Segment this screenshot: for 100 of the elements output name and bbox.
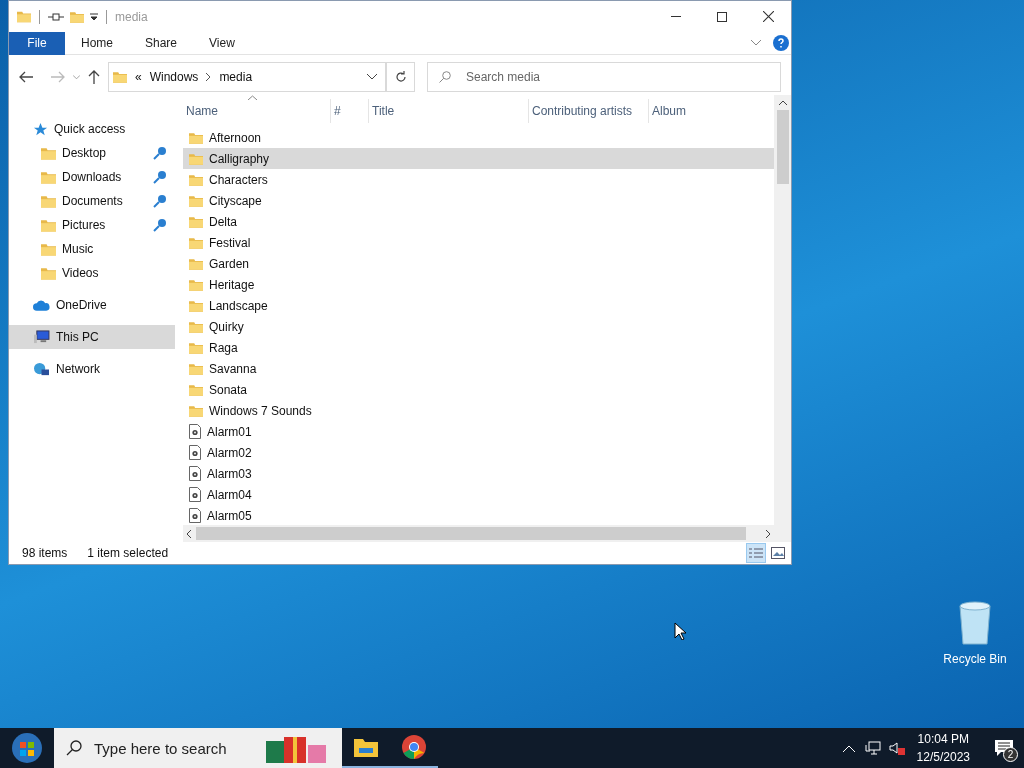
ribbon-tab[interactable]: Home bbox=[65, 31, 129, 55]
star-icon bbox=[33, 121, 48, 137]
nav-item[interactable]: Documents bbox=[9, 189, 175, 213]
ribbon-tab[interactable]: File bbox=[9, 31, 65, 55]
network-status-icon[interactable] bbox=[864, 741, 881, 755]
folder-icon bbox=[41, 217, 56, 233]
column-header[interactable]: Album bbox=[649, 99, 774, 123]
computer-icon bbox=[33, 330, 50, 344]
muted-speaker-icon[interactable] bbox=[888, 741, 905, 755]
selection-status: 1 item selected bbox=[87, 545, 169, 562]
chevron-right-icon bbox=[206, 73, 212, 81]
mouse-cursor-icon bbox=[674, 622, 686, 640]
scrollbar-thumb[interactable] bbox=[776, 110, 789, 184]
nav-item[interactable]: Desktop bbox=[9, 141, 175, 165]
folder-icon bbox=[189, 256, 203, 271]
file-row[interactable]: Garden bbox=[183, 253, 774, 274]
window-title: media bbox=[115, 8, 148, 26]
network-icon bbox=[33, 361, 50, 377]
horizontal-scrollbar[interactable] bbox=[183, 525, 791, 542]
help-icon[interactable] bbox=[773, 35, 789, 51]
folder-icon bbox=[113, 69, 127, 85]
properties-icon[interactable] bbox=[48, 11, 64, 22]
breadcrumb[interactable]: Windows bbox=[149, 68, 199, 86]
close-icon bbox=[762, 11, 774, 22]
nav-item[interactable]: Videos bbox=[9, 261, 175, 285]
folder-icon bbox=[189, 382, 203, 397]
audio-file-icon bbox=[189, 466, 201, 481]
file-row[interactable]: Alarm01 bbox=[183, 421, 774, 442]
nav-item[interactable]: Music bbox=[9, 237, 175, 261]
item-count: 98 items bbox=[22, 545, 68, 562]
file-row[interactable]: Alarm04 bbox=[183, 484, 774, 505]
file-row[interactable]: Raga bbox=[183, 337, 774, 358]
ribbon-tab[interactable]: View bbox=[193, 31, 251, 55]
folder-icon bbox=[189, 151, 203, 166]
nav-item[interactable]: This PC bbox=[9, 325, 175, 349]
file-row[interactable]: Savanna bbox=[183, 358, 774, 379]
audio-file-icon bbox=[189, 508, 201, 523]
folder-icon bbox=[189, 193, 203, 208]
nav-item[interactable]: Network bbox=[9, 357, 175, 381]
file-row[interactable]: Characters bbox=[183, 169, 774, 190]
folder-icon bbox=[41, 169, 56, 185]
breadcrumb[interactable]: media bbox=[219, 68, 253, 86]
notifications-button[interactable]: 2 bbox=[984, 728, 1024, 768]
ribbon-tab[interactable]: Share bbox=[129, 31, 194, 55]
file-row[interactable]: Quirky bbox=[183, 316, 774, 337]
refresh-icon bbox=[394, 71, 407, 83]
up-arrow-icon[interactable] bbox=[88, 70, 100, 84]
audio-file-icon bbox=[189, 487, 201, 502]
file-row[interactable]: Alarm05 bbox=[183, 505, 774, 525]
folder-icon bbox=[189, 130, 203, 145]
column-header[interactable]: # bbox=[331, 99, 369, 123]
refresh-button[interactable] bbox=[386, 62, 415, 92]
scrollbar-thumb[interactable] bbox=[196, 527, 746, 540]
folder-icon bbox=[41, 193, 56, 209]
file-row[interactable]: Sonata bbox=[183, 379, 774, 400]
search-icon bbox=[439, 71, 451, 83]
file-row[interactable]: Windows 7 Sounds bbox=[183, 400, 774, 421]
folder-icon bbox=[189, 235, 203, 250]
clock-time[interactable]: 10:04 PM bbox=[917, 730, 969, 748]
chevron-down-icon[interactable] bbox=[367, 74, 377, 80]
back-arrow-icon[interactable] bbox=[19, 71, 33, 83]
notification-count: 2 bbox=[1003, 747, 1018, 762]
file-row[interactable]: Festival bbox=[183, 232, 774, 253]
folder-icon bbox=[17, 9, 31, 24]
folder-icon bbox=[41, 145, 56, 161]
column-header[interactable]: Name bbox=[183, 99, 331, 123]
nav-item[interactable]: Quick access bbox=[9, 117, 175, 141]
file-row[interactable]: Alarm03 bbox=[183, 463, 774, 484]
folder-icon bbox=[41, 265, 56, 281]
vertical-scrollbar[interactable] bbox=[774, 95, 791, 525]
file-row[interactable]: Alarm02 bbox=[183, 442, 774, 463]
file-row[interactable]: Cityscape bbox=[183, 190, 774, 211]
breadcrumb-overflow[interactable]: « bbox=[135, 68, 142, 86]
audio-file-icon bbox=[189, 424, 201, 439]
cloud-icon bbox=[33, 299, 50, 311]
folder-icon bbox=[189, 277, 203, 292]
file-row[interactable]: Delta bbox=[183, 211, 774, 232]
dropdown-icon[interactable] bbox=[90, 12, 98, 21]
file-row[interactable]: Landscape bbox=[183, 295, 774, 316]
address-bar[interactable]: « Windows media bbox=[108, 62, 386, 92]
folder-icon bbox=[189, 319, 203, 334]
chevron-up-icon[interactable] bbox=[842, 744, 855, 752]
folder-icon bbox=[41, 241, 56, 257]
file-row[interactable]: Calligraphy bbox=[183, 148, 774, 169]
folder-icon bbox=[189, 214, 203, 229]
nav-item[interactable]: OneDrive bbox=[9, 293, 175, 317]
nav-item[interactable]: Pictures bbox=[9, 213, 175, 237]
audio-file-icon bbox=[189, 445, 201, 460]
clock-date[interactable]: 12/5/2023 bbox=[916, 748, 970, 766]
column-header[interactable]: Title bbox=[369, 99, 529, 123]
file-row[interactable]: Afternoon bbox=[183, 127, 774, 148]
folder-icon bbox=[189, 340, 203, 355]
desktop-icon[interactable]: Recycle Bin bbox=[943, 600, 1007, 668]
column-header[interactable]: Contributing artists bbox=[529, 99, 649, 123]
recycle-bin-icon bbox=[957, 600, 993, 646]
browser-logo-icon bbox=[402, 735, 426, 759]
file-row[interactable]: Heritage bbox=[183, 274, 774, 295]
search-field[interactable]: Search media bbox=[427, 62, 781, 92]
folder-icon bbox=[189, 361, 203, 376]
nav-item[interactable]: Downloads bbox=[9, 165, 175, 189]
